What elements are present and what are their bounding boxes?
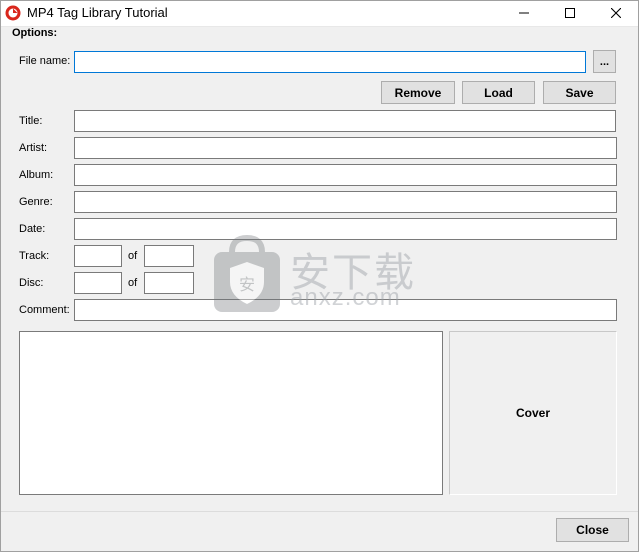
disc-number-input[interactable] [74, 272, 122, 294]
comment-label: Comment: [19, 304, 70, 316]
artist-label: Artist: [19, 142, 48, 154]
remove-button[interactable]: Remove [381, 81, 455, 104]
minimize-button[interactable] [501, 0, 547, 26]
minimize-icon [519, 12, 529, 14]
close-button[interactable]: Close [556, 518, 629, 542]
disc-of-label: of [128, 277, 138, 289]
title-input[interactable] [74, 110, 616, 132]
artist-input[interactable] [74, 137, 617, 159]
cover-label: Cover [515, 406, 550, 420]
app-logo-icon [5, 5, 21, 21]
maximize-icon [565, 8, 575, 18]
cover-image-box[interactable]: Cover [449, 331, 617, 495]
disc-label: Disc: [19, 277, 44, 289]
album-input[interactable] [74, 164, 617, 186]
title-label: Title: [19, 115, 43, 127]
album-label: Album: [19, 169, 54, 181]
browse-button[interactable]: ... [593, 50, 616, 73]
maximize-button[interactable] [547, 0, 593, 26]
file-name-label: File name: [19, 55, 71, 67]
date-input[interactable] [74, 218, 617, 240]
save-button[interactable]: Save [543, 81, 616, 104]
date-label: Date: [19, 223, 46, 235]
disc-total-input[interactable] [144, 272, 194, 294]
window-title: MP4 Tag Library Tutorial [27, 5, 168, 20]
comment-textarea[interactable] [19, 331, 443, 495]
genre-input[interactable] [74, 191, 617, 213]
genre-label: Genre: [19, 196, 53, 208]
close-window-button[interactable] [593, 0, 639, 26]
track-label: Track: [19, 250, 50, 262]
track-total-input[interactable] [144, 245, 194, 267]
watermark-text-en: anxz.com [290, 284, 401, 311]
footer-divider [0, 511, 639, 512]
close-icon [611, 8, 621, 18]
track-of-label: of [128, 250, 138, 262]
options-group-label: Options: [12, 27, 58, 39]
load-button[interactable]: Load [462, 81, 535, 104]
file-name-input[interactable] [74, 51, 586, 73]
track-number-input[interactable] [74, 245, 122, 267]
svg-text:安: 安 [239, 275, 255, 294]
